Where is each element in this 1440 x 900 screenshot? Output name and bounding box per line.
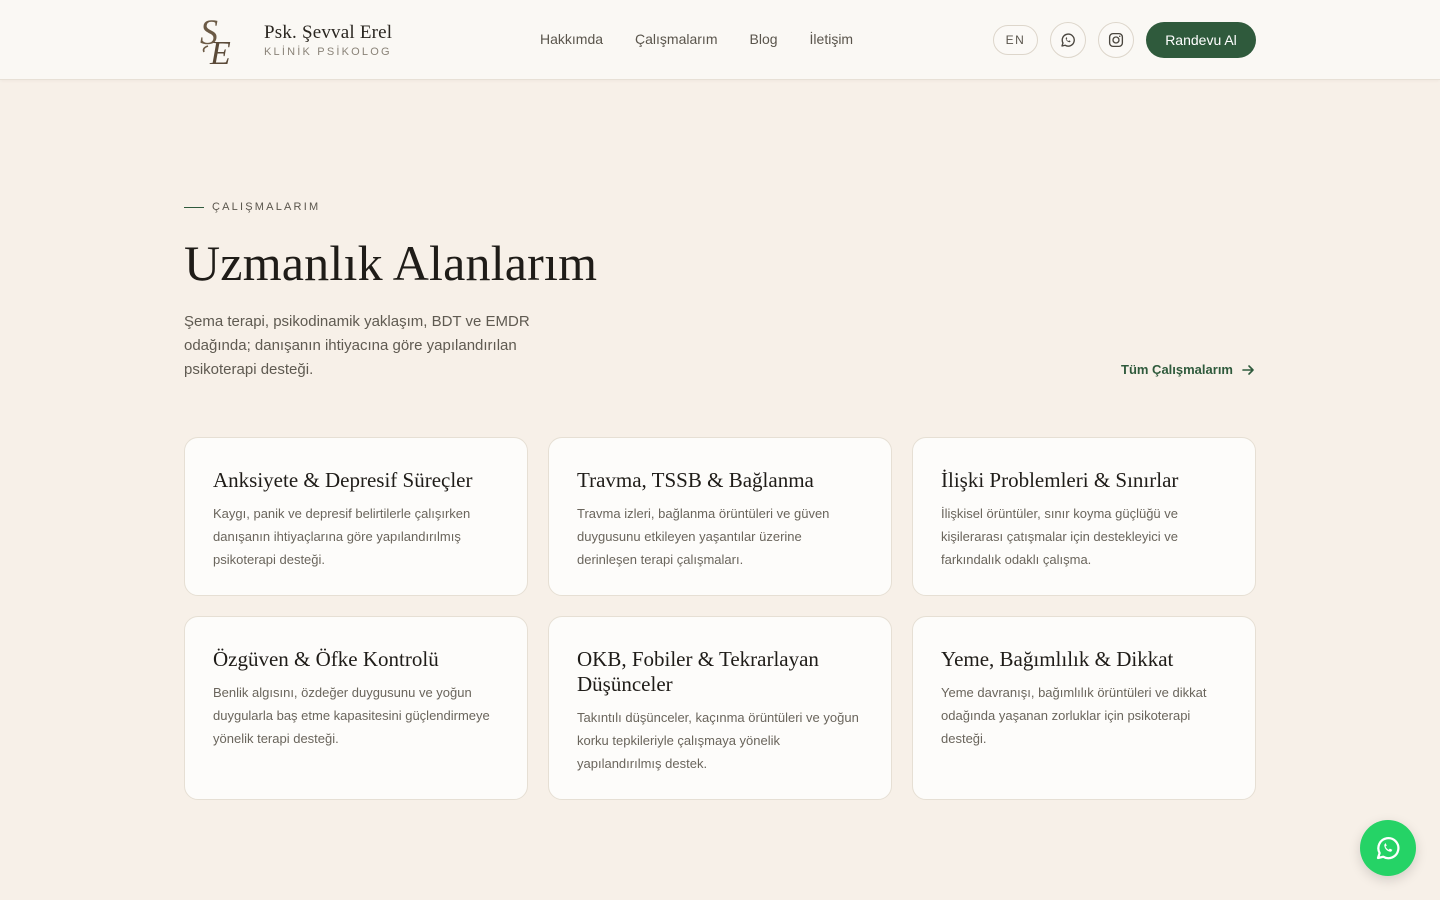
section-eyebrow: ÇALIŞMALARIM	[184, 201, 320, 213]
nav-item-calismalarim[interactable]: Çalışmalarım	[635, 31, 717, 47]
all-works-link-label: Tüm Çalışmalarım	[1121, 362, 1233, 377]
specialty-card[interactable]: Anksiyete & Depresif Süreçler Kaygı, pan…	[184, 437, 528, 596]
whatsapp-button[interactable]	[1050, 22, 1086, 58]
specialty-card[interactable]: İlişki Problemleri & Sınırlar İlişkisel …	[912, 437, 1256, 596]
section-description: Şema terapi, psikodinamik yaklaşım, BDT …	[184, 313, 530, 378]
specialty-card[interactable]: Özgüven & Öfke Kontrolü Benlik algısını,…	[184, 616, 528, 800]
eyebrow-text: ÇALIŞMALARIM	[212, 201, 321, 213]
card-title: Yeme, Bağımlılık & Dikkat	[941, 647, 1174, 671]
card-text: Kaygı, panik ve depresif belirtilerle ça…	[213, 506, 471, 567]
whatsapp-icon	[1061, 33, 1075, 47]
whatsapp-floating-button[interactable]	[1360, 820, 1416, 876]
language-toggle-button[interactable]: EN	[993, 25, 1038, 55]
svg-text:E: E	[209, 35, 231, 70]
main-nav: Hakkımda Çalışmalarım Blog İletişim	[540, 31, 853, 47]
card-text: Travma izleri, bağlanma örüntüleri ve gü…	[577, 506, 830, 567]
arrow-right-icon	[1242, 364, 1254, 375]
brand-subtitle: KLİNİK PSİKOLOG	[264, 46, 392, 58]
specialty-card[interactable]: OKB, Fobiler & Tekrarlayan Düşünceler Ta…	[548, 616, 892, 800]
card-title: Anksiyete & Depresif Süreçler	[213, 468, 473, 492]
section-title: Uzmanlık Alanlarım	[184, 235, 598, 291]
appointment-button[interactable]: Randevu Al	[1146, 22, 1256, 58]
specialty-card[interactable]: Travma, TSSB & Bağlanma Travma izleri, b…	[548, 437, 892, 596]
brand-name[interactable]: Psk. Şevval Erel	[264, 22, 392, 44]
nav-item-iletisim[interactable]: İletişim	[810, 31, 854, 47]
instagram-icon	[1108, 32, 1124, 48]
whatsapp-icon	[1376, 837, 1400, 860]
card-title: Travma, TSSB & Bağlanma	[577, 468, 814, 492]
card-title: Özgüven & Öfke Kontrolü	[213, 647, 439, 671]
card-text: Benlik algısını, özdeğer duygusunu ve yo…	[213, 685, 490, 746]
card-text: Yeme davranışı, bağımlılık örüntüleri ve…	[941, 685, 1207, 746]
nav-item-hakkimda[interactable]: Hakkımda	[540, 31, 603, 47]
card-text: Takıntılı düşünceler, kaçınma örüntüleri…	[577, 710, 859, 771]
specialty-card[interactable]: Yeme, Bağımlılık & Dikkat Yeme davranışı…	[912, 616, 1256, 800]
logo-icon[interactable]: S E	[196, 10, 244, 72]
instagram-button[interactable]	[1098, 22, 1134, 58]
all-works-link[interactable]: Tüm Çalışmalarım	[1121, 362, 1255, 377]
card-title: OKB, Fobiler & Tekrarlayan Düşünceler	[577, 647, 819, 696]
specialty-cards-grid: Anksiyete & Depresif Süreçler Kaygı, pan…	[184, 437, 1256, 800]
site-header: S E Psk. Şevval Erel KLİNİK PSİKOLOG Hak…	[0, 0, 1440, 80]
eyebrow-line	[184, 206, 204, 208]
card-title: İlişki Problemleri & Sınırlar	[941, 468, 1179, 492]
nav-item-blog[interactable]: Blog	[750, 31, 778, 47]
card-text: İlişkisel örüntüler, sınır koyma güçlüğü…	[941, 506, 1178, 567]
